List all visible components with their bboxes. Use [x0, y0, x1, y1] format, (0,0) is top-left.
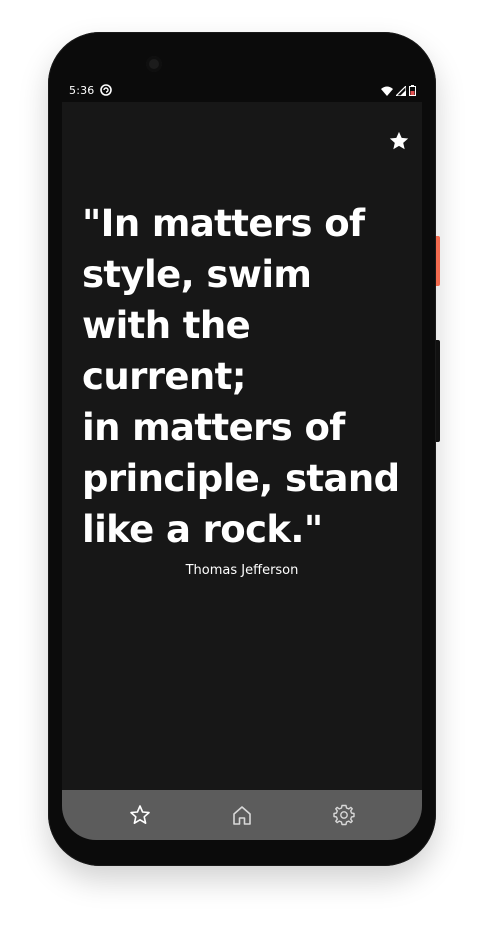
volume-button	[436, 340, 440, 442]
stage: 5:36 "In matters of style, swim with the	[0, 0, 488, 930]
bottom-nav	[62, 790, 422, 840]
home-icon[interactable]	[230, 803, 254, 827]
quote-text: "In matters of style, swim with the curr…	[82, 202, 400, 551]
status-icons	[381, 85, 416, 96]
status-time: 5:36	[69, 84, 95, 97]
settings-gear-icon[interactable]	[332, 803, 356, 827]
app-screen: "In matters of style, swim with the curr…	[62, 102, 422, 790]
star-outline-icon[interactable]	[128, 803, 152, 827]
quote-author: Thomas Jefferson	[185, 563, 299, 578]
star-filled-icon[interactable]	[388, 130, 410, 152]
signal-icon	[396, 85, 406, 96]
status-bar: 5:36	[62, 80, 422, 102]
power-button	[436, 236, 440, 286]
front-camera	[146, 56, 162, 72]
wifi-icon	[381, 86, 393, 96]
battery-icon	[409, 85, 416, 96]
sync-icon	[100, 84, 112, 96]
